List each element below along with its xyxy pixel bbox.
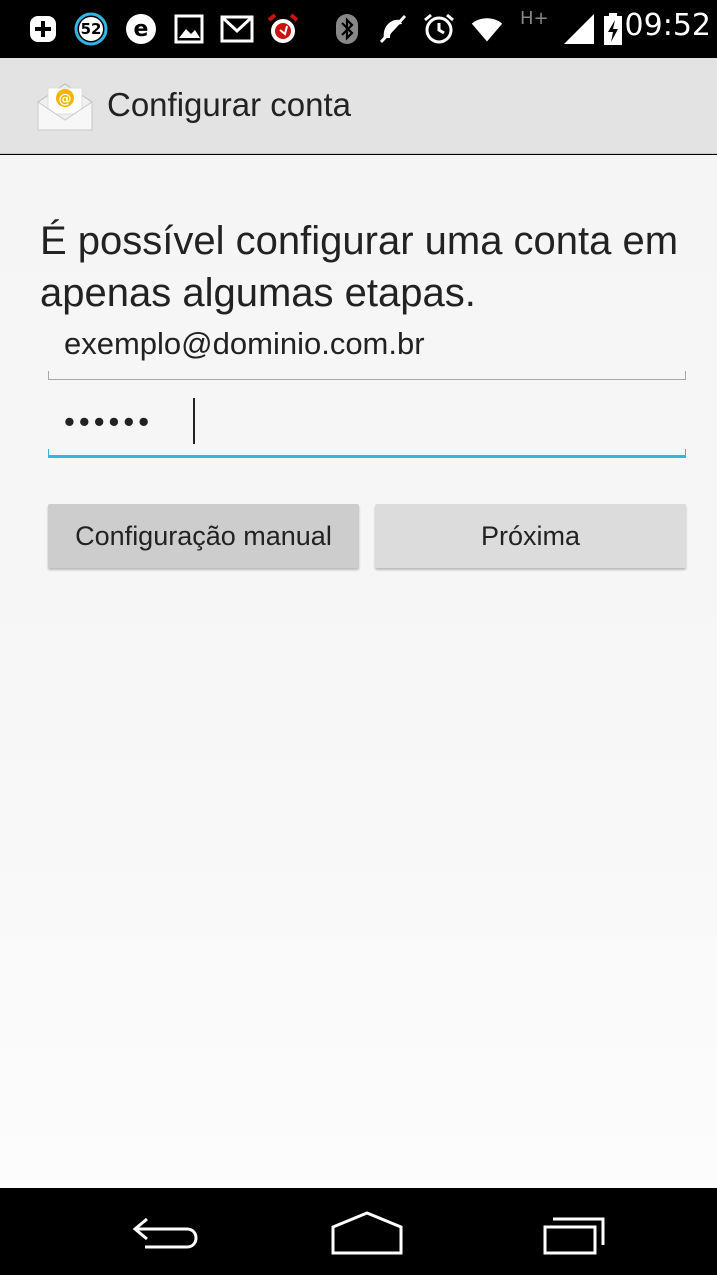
password-field-underline <box>48 449 686 458</box>
svg-text:@: @ <box>59 92 72 107</box>
action-bar: @ Configurar conta <box>0 58 717 154</box>
signal-icon <box>562 12 596 46</box>
status-bar: 52 e H+ 09:52 <box>0 0 717 58</box>
svg-text:e: e <box>134 17 149 42</box>
gallery-icon <box>172 12 206 46</box>
recent-apps-icon[interactable] <box>528 1208 618 1258</box>
next-button[interactable]: Próxima <box>375 504 686 568</box>
email-app-icon[interactable]: @ <box>34 80 96 134</box>
navigation-bar <box>0 1188 717 1275</box>
network-type-icon: H+ <box>520 8 549 29</box>
text-cursor <box>193 398 195 444</box>
email-value: exemplo@dominio.com.br <box>64 326 425 361</box>
badge-52-icon: 52 <box>74 12 108 46</box>
gmail-icon <box>220 12 254 46</box>
notification-count: 52 <box>80 20 102 38</box>
email-field[interactable]: exemplo@dominio.com.br <box>48 320 686 380</box>
instructions-text: É possível configurar uma conta em apena… <box>40 219 679 315</box>
alarm-clock-icon <box>422 12 456 46</box>
e-app-icon: e <box>124 12 158 46</box>
bluetooth-icon <box>330 12 364 46</box>
page-title: Configurar conta <box>107 86 351 123</box>
manual-setup-button[interactable]: Configuração manual <box>48 504 359 568</box>
email-field-underline <box>48 371 686 380</box>
wifi-icon <box>470 12 504 46</box>
password-value: •••••• <box>64 404 154 439</box>
alarm-red-icon <box>266 12 300 46</box>
status-time: 09:52 <box>624 8 711 43</box>
mute-icon <box>376 12 410 46</box>
home-icon[interactable] <box>322 1208 412 1258</box>
setup-form: É possível configurar uma conta em apena… <box>0 155 717 1188</box>
password-field[interactable]: •••••• <box>48 398 686 458</box>
add-icon <box>26 12 60 46</box>
back-icon[interactable] <box>122 1208 212 1258</box>
